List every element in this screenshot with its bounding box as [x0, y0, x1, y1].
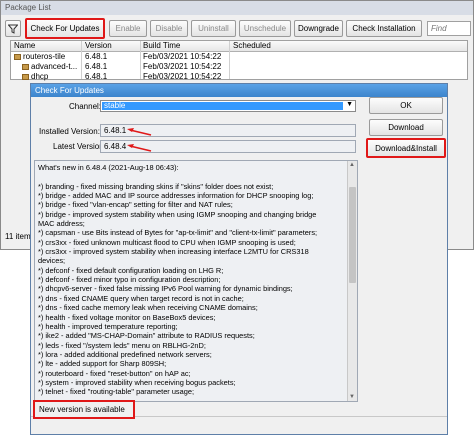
dialog-title: Check For Updates — [35, 86, 104, 95]
row-build-time: Feb/03/2021 10:54:22 — [143, 62, 222, 71]
column-header-build-time[interactable]: Build Time — [143, 41, 180, 50]
scrollbar-thumb[interactable] — [349, 187, 356, 283]
package-list-title: Package List — [5, 3, 51, 12]
release-note-line: *) crs3xx - fixed unknown multicast floo… — [38, 237, 296, 247]
disable-button[interactable]: Disable — [150, 20, 188, 37]
installed-version-label: Installed Version: — [39, 127, 100, 136]
row-name: advanced-t... — [31, 62, 78, 71]
column-header-scheduled[interactable]: Scheduled — [233, 41, 271, 50]
package-list-titlebar[interactable]: Package List — [1, 1, 473, 15]
ok-button[interactable]: OK — [369, 97, 443, 114]
row-name: routeros-tile — [23, 52, 66, 61]
filter-button[interactable] — [5, 20, 21, 37]
column-header-name[interactable]: Name — [14, 41, 35, 50]
table-header-row: Name Version Build Time Scheduled — [12, 41, 464, 50]
release-note-line: *) bridge - improved system stability wh… — [38, 209, 317, 219]
release-note-line: devices; — [38, 256, 66, 266]
find-input[interactable] — [427, 21, 471, 36]
channel-label: Channel: — [69, 102, 102, 111]
table-row[interactable]: routeros-tile 6.48.1 Feb/03/2021 10:54:2… — [12, 52, 464, 61]
arrow-icon — [127, 128, 152, 136]
row-name-cell: dhcp — [22, 72, 48, 81]
release-note-line: *) health - improved temperature reporti… — [38, 321, 178, 331]
row-name-cell: routeros-tile — [14, 52, 65, 61]
enable-button[interactable]: Enable — [109, 20, 147, 37]
check-for-updates-button[interactable]: Check For Updates — [25, 18, 105, 39]
release-note-line: *) telnet - fixed "routing-table" parame… — [38, 387, 195, 397]
release-note-line — [38, 172, 343, 181]
row-build-time: Feb/03/2021 10:54:22 — [143, 52, 222, 61]
check-installation-button[interactable]: Check Installation — [346, 20, 422, 37]
release-note-line: *) bridge - added MAC and IP source addr… — [38, 191, 314, 201]
release-note-line: *) bridge - fixed "vlan-encap" setting f… — [38, 200, 233, 210]
release-note-line: MAC address; — [38, 219, 85, 229]
row-name: dhcp — [31, 72, 49, 81]
release-note-line: *) capsman - use Bits instead of Bytes f… — [38, 228, 318, 238]
row-version: 6.48.1 — [85, 52, 108, 61]
package-icon — [22, 63, 29, 70]
dialog-titlebar[interactable]: Check For Updates — [31, 84, 447, 97]
download-install-button[interactable]: Download&Install — [366, 138, 446, 158]
unschedule-button[interactable]: Unschedule — [239, 20, 291, 37]
new-version-status-text: New version is available — [39, 405, 125, 414]
release-note-line: *) health - fixed voltage monitor on Bas… — [38, 312, 216, 322]
release-note-line: *) dns - fixed CNAME query when target r… — [38, 293, 244, 303]
release-note-line: *) leds - fixed "/system leds" menu on R… — [38, 340, 206, 350]
filter-icon — [8, 24, 18, 34]
scroll-down-icon[interactable]: ▼ — [349, 394, 355, 400]
release-note-line: *) defconf - fixed minor typo in configu… — [38, 275, 221, 285]
release-note-line: *) defconf - fixed default configuration… — [38, 265, 224, 275]
release-note-line: *) lte - added support for Sharp 809SH; — [38, 359, 167, 369]
release-note-line: *) dns - fixed cache memory leak when re… — [38, 303, 258, 313]
downgrade-button[interactable]: Downgrade — [294, 20, 343, 37]
row-name-cell: advanced-t... — [22, 62, 77, 71]
channel-select[interactable]: stable ▼ — [100, 100, 356, 112]
notes-scrollbar[interactable]: ▲ ▼ — [347, 161, 357, 401]
scroll-up-icon[interactable]: ▲ — [349, 162, 355, 168]
channel-selected-value: stable — [102, 101, 343, 110]
release-note-line: *) crs3xx - improved system stability wh… — [38, 247, 309, 257]
release-notes-text: What's new in 6.48.4 (2021-Aug-18 06:43)… — [38, 163, 343, 397]
chevron-down-icon: ▼ — [346, 101, 353, 108]
channel-value-text: stable — [104, 101, 126, 110]
row-version: 6.48.1 — [85, 72, 108, 81]
release-note-line: *) dhcpv6-server - fixed false missing I… — [38, 284, 293, 294]
row-version: 6.48.1 — [85, 62, 108, 71]
column-header-version[interactable]: Version — [85, 41, 112, 50]
table-row[interactable]: dhcp 6.48.1 Feb/03/2021 10:54:22 — [12, 72, 464, 81]
arrow-icon — [127, 144, 152, 152]
new-version-status: New version is available — [33, 400, 135, 419]
release-note-line: What's new in 6.48.4 (2021-Aug-18 06:43)… — [38, 163, 179, 172]
row-build-time: Feb/03/2021 10:54:22 — [143, 72, 222, 81]
uninstall-button[interactable]: Uninstall — [191, 20, 236, 37]
release-note-line: *) routerboard - fixed "reset-button" on… — [38, 368, 191, 378]
package-icon — [14, 53, 21, 60]
release-note-line: *) ike2 - added "MS-CHAP-Domain" attribu… — [38, 331, 255, 341]
release-note-line: *) system - improved stability when rece… — [38, 377, 236, 387]
table-row[interactable]: advanced-t... 6.48.1 Feb/03/2021 10:54:2… — [12, 62, 464, 71]
release-notes-panel[interactable]: What's new in 6.48.4 (2021-Aug-18 06:43)… — [34, 160, 358, 402]
download-button[interactable]: Download — [369, 119, 443, 136]
latest-version-label: Latest Version: — [53, 142, 106, 151]
release-note-line: *) branding - fixed missing branding ski… — [38, 181, 274, 191]
check-updates-dialog: Check For Updates Channel: stable ▼ Inst… — [30, 83, 448, 435]
release-note-line: *) lora - added additional predefined ne… — [38, 349, 212, 359]
package-icon — [22, 73, 29, 80]
